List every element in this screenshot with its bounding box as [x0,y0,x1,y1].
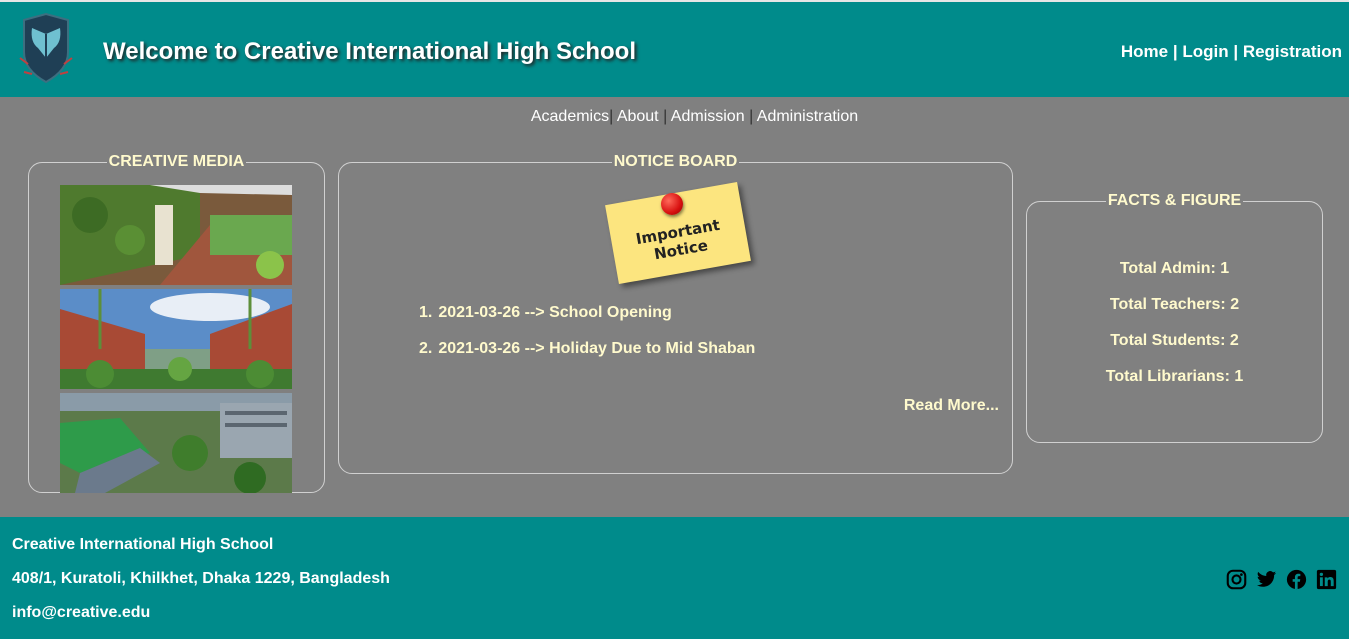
fact-total-teachers: Total Teachers: 2 [1109,296,1240,313]
nav-separator: | [1233,42,1239,61]
nav-separator: | [749,108,754,125]
notice-title: School Opening [549,304,672,321]
footer-school-name: Creative International High School [12,536,274,553]
linkedin-icon[interactable] [1316,569,1337,590]
section-navigation: Academics| About | Admission | Administr… [0,108,1349,126]
notice-board-panel: NOTICE BOARD Important Notice 1. 2021-03-… [338,153,1013,474]
footer-email: info@creative.edu [12,604,151,621]
facts-figure-heading: FACTS & FIGURE [1107,192,1242,209]
facts-figure-panel: FACTS & FIGURE Total Admin: 1 Total Teac… [1026,192,1323,443]
creative-media-heading: CREATIVE MEDIA [108,153,245,170]
fact-total-students: Total Students: 2 [1110,332,1239,349]
read-more-link[interactable]: Read More... [904,397,999,415]
notice-board-heading: NOTICE BOARD [613,153,738,170]
aerial-campus-garden-photo [60,393,292,493]
notice-index: 1. [419,304,433,321]
notice-item[interactable]: 1. 2021-03-26 --> School Opening [419,304,755,340]
fact-total-librarians: Total Librarians: 1 [1105,368,1244,385]
nav-home-link[interactable]: Home [1121,42,1168,61]
school-crest-logo [19,12,73,84]
notice-arrow: --> [524,304,545,321]
sticky-note-text: Important Notice [634,215,722,264]
notice-title: Holiday Due to Mid Shaban [549,340,756,357]
top-navigation: Home | Login | Registration [1121,42,1342,62]
nav-separator: | [663,108,668,125]
nav-about-link[interactable]: About [617,108,659,125]
site-footer: Creative International High School 408/1… [0,517,1349,639]
notice-date: 2021-03-26 [438,304,521,321]
facts-list: Total Admin: 1 Total Teachers: 2 Total S… [1027,260,1322,404]
notice-date: 2021-03-26 [438,340,521,357]
page-title: Welcome to Creative International High S… [103,38,636,65]
facebook-icon[interactable] [1286,569,1307,590]
school-building-courtyard-photo [60,289,292,389]
instagram-icon[interactable] [1226,569,1247,590]
notice-arrow: --> [524,340,545,357]
nav-login-link[interactable]: Login [1182,42,1228,61]
nav-academics-link[interactable]: Academics [531,108,609,125]
nav-separator: | [1172,42,1178,61]
twitter-icon[interactable] [1256,569,1277,590]
campus-walkway-photo [60,185,292,285]
creative-media-panel: CREATIVE MEDIA [28,153,325,493]
nav-admission-link[interactable]: Admission [671,108,745,125]
nav-registration-link[interactable]: Registration [1243,42,1342,61]
nav-separator: | [609,108,614,125]
notice-item[interactable]: 2. 2021-03-26 --> Holiday Due to Mid Shab… [419,340,755,376]
notice-index: 2. [419,340,433,357]
notice-list: 1. 2021-03-26 --> School Opening 2. 2021-0… [419,304,755,376]
nav-administration-link[interactable]: Administration [757,108,858,125]
site-header: Welcome to Creative International High S… [0,0,1349,97]
pushpin-icon [661,193,683,215]
fact-total-admin: Total Admin: 1 [1119,260,1230,277]
footer-address: 408/1, Kuratoli, Khilkhet, Dhaka 1229, B… [12,570,390,587]
